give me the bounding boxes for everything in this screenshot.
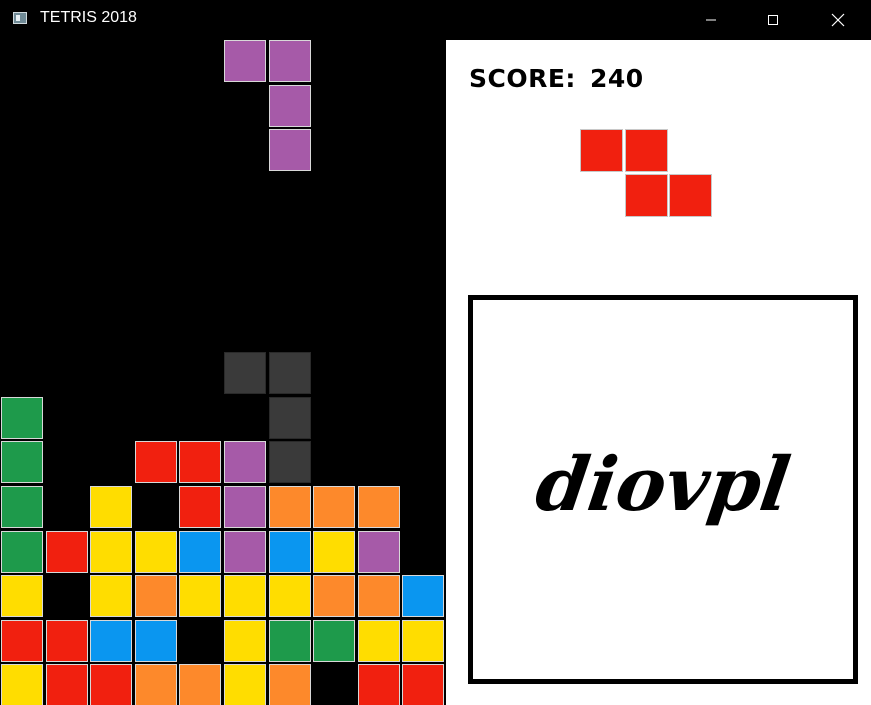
stacked-block: [268, 530, 311, 573]
window-title: TETRIS 2018: [40, 9, 137, 26]
stacked-block: [402, 664, 445, 705]
stacked-block: [357, 575, 400, 618]
stacked-block: [90, 486, 133, 528]
stacked-block: [1, 486, 43, 528]
stacked-block: [1, 619, 43, 662]
stacked-block: [90, 575, 133, 618]
stacked-block: [134, 664, 177, 705]
stacked-block: [90, 530, 133, 573]
minimize-icon: [706, 19, 716, 21]
next-piece-preview: [446, 40, 871, 240]
stacked-block: [179, 441, 222, 484]
stacked-block: [268, 664, 311, 705]
ghost-block: [268, 396, 311, 439]
stacked-block: [134, 530, 177, 573]
next-piece-block: [624, 129, 668, 172]
stacked-block: [90, 664, 133, 705]
stacked-block: [224, 664, 266, 705]
stacked-block: [134, 619, 177, 662]
stacked-block: [45, 664, 88, 705]
falling-block: [268, 40, 311, 82]
falling-block: [268, 129, 311, 172]
minimize-button[interactable]: [688, 0, 734, 40]
falling-block: [224, 40, 266, 82]
stacked-block: [134, 575, 177, 618]
stacked-block: [1, 441, 43, 484]
stacked-block: [1, 530, 43, 573]
captcha-text: diovpl: [530, 442, 796, 528]
stacked-block: [224, 530, 266, 573]
info-panel: SCORE: 240 diovpl: [446, 40, 871, 705]
stacked-block: [224, 441, 266, 484]
stacked-block: [224, 486, 266, 528]
app-icon: [13, 12, 27, 24]
stacked-block: [179, 530, 222, 573]
ghost-block: [268, 352, 311, 395]
stacked-block: [179, 486, 222, 528]
maximize-icon: [768, 15, 778, 25]
stacked-block: [45, 619, 88, 662]
stacked-block: [402, 575, 445, 618]
stacked-block: [313, 530, 356, 573]
close-button[interactable]: [815, 0, 861, 40]
stacked-block: [268, 575, 311, 618]
stacked-block: [134, 441, 177, 484]
close-icon: [831, 13, 845, 27]
stacked-block: [1, 396, 43, 439]
stacked-block: [313, 619, 356, 662]
stacked-block: [357, 664, 400, 705]
stacked-block: [402, 619, 445, 662]
stacked-block: [357, 530, 400, 573]
stacked-block: [179, 575, 222, 618]
title-bar: TETRIS 2018: [0, 0, 871, 40]
stacked-block: [1, 664, 43, 705]
stacked-block: [313, 575, 356, 618]
stacked-block: [357, 619, 400, 662]
maximize-button[interactable]: [750, 0, 796, 40]
next-piece-block: [624, 173, 668, 217]
next-piece-block: [669, 173, 712, 217]
stacked-block: [1, 575, 43, 618]
stacked-block: [357, 486, 400, 528]
stacked-block: [45, 530, 88, 573]
stacked-block: [268, 486, 311, 528]
stacked-block: [179, 664, 222, 705]
ghost-block: [268, 441, 311, 484]
stacked-block: [224, 619, 266, 662]
captcha-box: diovpl: [468, 295, 858, 684]
stacked-block: [268, 619, 311, 662]
falling-block: [268, 84, 311, 127]
next-piece-block: [580, 129, 623, 172]
stacked-block: [224, 575, 266, 618]
stacked-block: [313, 486, 356, 528]
stacked-block: [90, 619, 133, 662]
game-board[interactable]: [0, 40, 446, 705]
ghost-block: [224, 352, 266, 395]
